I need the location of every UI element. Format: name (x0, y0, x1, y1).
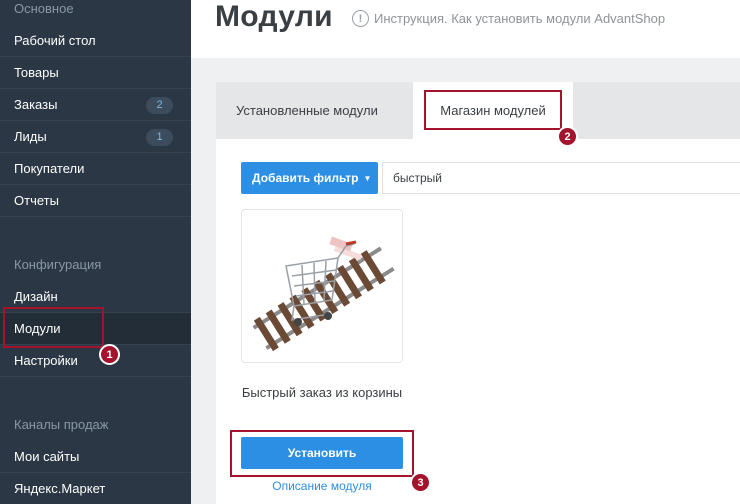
sidebar-item-reports[interactable]: Отчеты (0, 185, 191, 217)
sidebar-item-label: Яндекс.Маркет (14, 481, 106, 496)
sidebar-item-dashboard[interactable]: Рабочий стол (0, 25, 191, 57)
sidebar-section-config: Конфигурация (14, 257, 102, 272)
highlight-module-store-tab (424, 90, 562, 130)
sidebar-item-customers[interactable]: Покупатели (0, 153, 191, 185)
sidebar-item-label: Дизайн (14, 289, 58, 304)
sidebar-item-label: Отчеты (14, 193, 59, 208)
tab-label: Установленные модули (236, 103, 378, 118)
sidebar-section-channels: Каналы продаж (14, 417, 109, 432)
orders-count-badge: 2 (146, 97, 173, 114)
sidebar-item-my-sites[interactable]: Мои сайты (0, 441, 191, 473)
sidebar-item-label: Товары (14, 65, 59, 80)
add-filter-label: Добавить фильтр (252, 171, 359, 185)
sidebar-item-label: Лиды (14, 129, 47, 144)
leads-count-badge: 1 (146, 129, 173, 146)
annotation-marker-2: 2 (557, 126, 578, 147)
highlight-modules (3, 307, 104, 348)
info-icon: ! (352, 10, 369, 27)
highlight-install-button (230, 430, 414, 477)
sidebar-item-label: Настройки (14, 353, 78, 368)
sidebar-item-leads[interactable]: Лиды 1 (0, 121, 191, 153)
annotation-marker-1: 1 (99, 344, 120, 365)
caret-down-icon: ▼ (363, 173, 372, 183)
add-filter-button[interactable]: Добавить фильтр ▼ (241, 162, 378, 194)
instruction-link-label: Инструкция. Как установить модули Advant… (374, 11, 666, 26)
module-description-link[interactable]: Описание модуля (241, 479, 403, 493)
sidebar-section-main: Основное (14, 1, 74, 16)
sidebar-item-label: Покупатели (14, 161, 85, 176)
instruction-link[interactable]: ! Инструкция. Как установить модули Adva… (352, 10, 665, 27)
sidebar-item-label: Мои сайты (14, 449, 80, 464)
module-image[interactable] (241, 209, 403, 363)
sidebar-item-yandex-market[interactable]: Яндекс.Маркет (0, 473, 191, 504)
sidebar: Основное Рабочий стол Товары Заказы 2 Ли… (0, 0, 191, 504)
sidebar-item-settings[interactable]: Настройки (0, 345, 191, 377)
sidebar-item-products[interactable]: Товары (0, 57, 191, 89)
page-title: Модули (215, 0, 333, 33)
sidebar-item-orders[interactable]: Заказы 2 (0, 89, 191, 121)
sidebar-item-label: Заказы (14, 97, 58, 112)
sidebar-item-label: Рабочий стол (14, 33, 96, 48)
shopping-cart-on-rails-image (252, 236, 395, 352)
search-input[interactable] (382, 162, 740, 194)
tab-installed-modules[interactable]: Установленные модули (216, 82, 413, 139)
module-name: Быстрый заказ из корзины (241, 385, 403, 400)
annotation-marker-3: 3 (410, 472, 431, 493)
